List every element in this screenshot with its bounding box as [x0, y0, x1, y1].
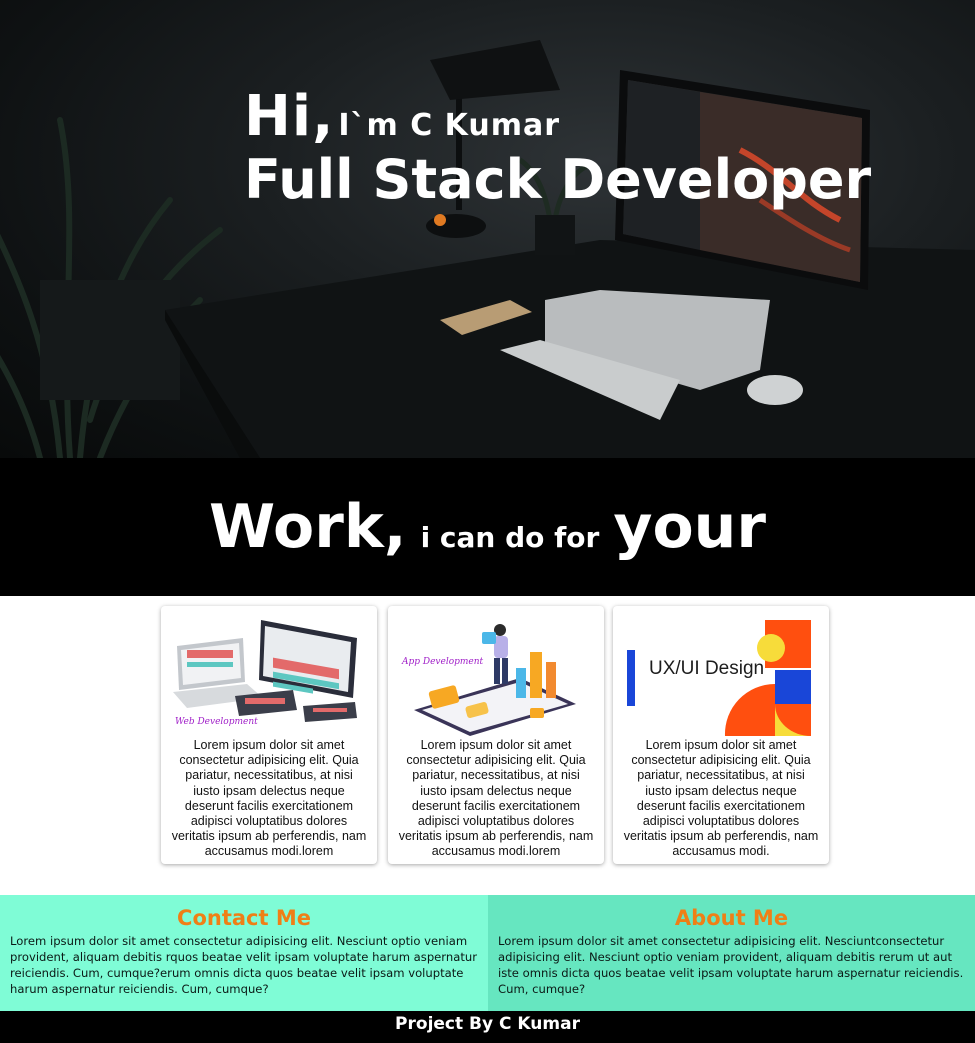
card-text: Lorem ipsum dolor sit amet consectetur a… — [171, 738, 367, 859]
service-cards: Web Development Lorem ipsum dolor sit am… — [161, 606, 831, 864]
footer-credit: Project By C Kumar — [395, 1014, 580, 1034]
card-app-development: App Development Lorem ipsum dolor sit am… — [388, 606, 604, 864]
card-ux-ui-design: UX/UI Design Lorem ipsum dolor sit amet … — [613, 606, 829, 864]
work-middle: i can do for — [420, 521, 600, 554]
contact-text: Lorem ipsum dolor sit amet consectetur a… — [10, 934, 477, 996]
work-word: Work, — [209, 492, 407, 562]
work-your: your — [613, 492, 766, 562]
hero-role: Full Stack Developer — [244, 148, 872, 211]
ux-ui-design-label: UX/UI Design — [649, 658, 764, 679]
about-text: Lorem ipsum dolor sit amet consectetur a… — [498, 934, 964, 996]
hero-hi: Hi, — [244, 84, 335, 149]
card-web-development: Web Development Lorem ipsum dolor sit am… — [161, 606, 377, 864]
footer: Project By C Kumar — [0, 1011, 975, 1043]
card-text: Lorem ipsum dolor sit amet consectetur a… — [398, 738, 594, 859]
wall-poster — [40, 280, 180, 400]
about-panel: About Me Lorem ipsum dolor sit amet cons… — [488, 895, 975, 1011]
work-banner: Work, i can do for your — [0, 458, 975, 596]
card-text: Lorem ipsum dolor sit amet consectetur a… — [623, 738, 819, 859]
contact-panel: Contact Me Lorem ipsum dolor sit amet co… — [0, 895, 488, 1011]
info-section: Contact Me Lorem ipsum dolor sit amet co… — [0, 895, 975, 1011]
hero-text: Hi, I`m C Kumar Full Stack Developer — [244, 84, 871, 209]
app-development-label: App Development — [401, 657, 484, 667]
about-title: About Me — [674, 906, 789, 930]
hero-greeting: Hi, I`m C Kumar — [244, 84, 871, 149]
app-development-illustration: App Development — [400, 618, 586, 736]
hero-section: Hi, I`m C Kumar Full Stack Developer — [0, 0, 975, 458]
work-heading: Work, i can do for your — [209, 492, 766, 562]
web-development-illustration: Web Development — [173, 618, 359, 736]
web-development-label: Web Development — [175, 717, 258, 727]
contact-title: Contact Me — [177, 906, 311, 930]
hero-name: I`m C Kumar — [338, 108, 561, 143]
mouse — [747, 375, 803, 405]
desk-setup-background — [0, 40, 975, 458]
ux-ui-design-illustration: UX/UI Design — [625, 618, 811, 736]
